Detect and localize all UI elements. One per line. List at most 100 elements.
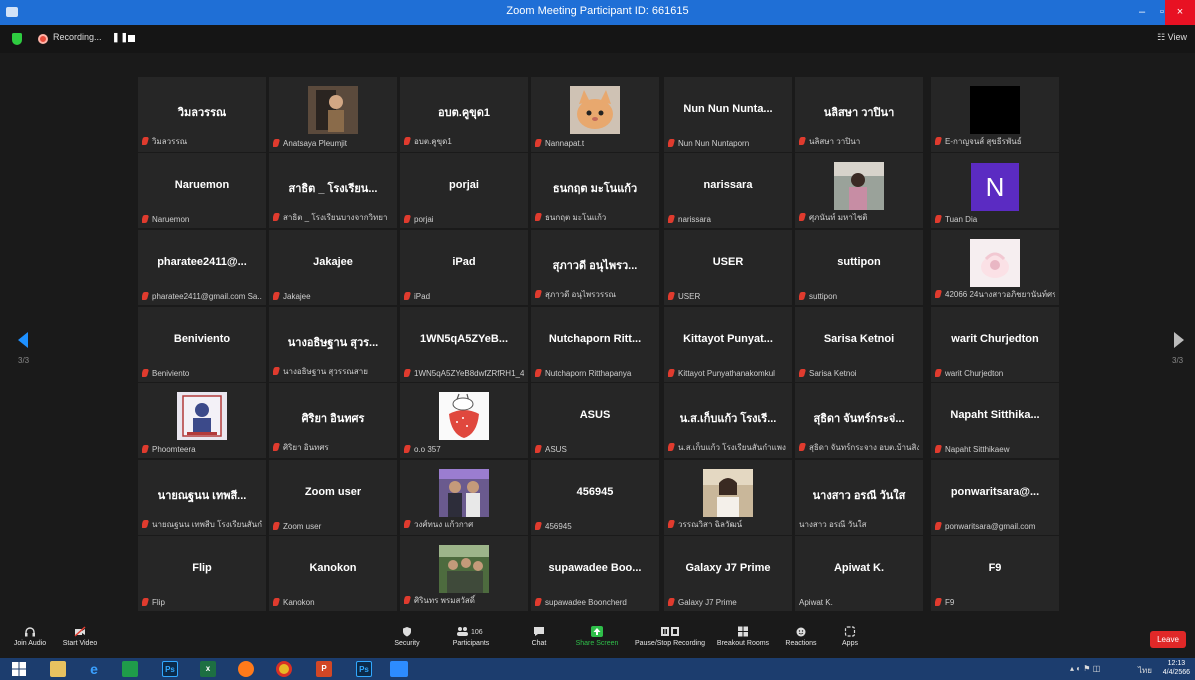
participant-tile[interactable]: Kanokon Kanokon (269, 536, 397, 611)
participant-tile[interactable]: สุธิดา จันทร์กระจ่... สุธิดา จันทร์กระจาง… (795, 383, 923, 458)
participant-display-name: Galaxy J7 Prime (685, 562, 771, 574)
pause-stop-label: Pause/Stop Recording (634, 640, 706, 647)
participant-tile[interactable]: นางอธิษฐาน สุวร... นางอธิษฐาน สุวรรณสาย (269, 307, 397, 382)
participant-tile[interactable]: วรรณวิสา ฉิลวัฒน์ (664, 460, 792, 535)
windows-start-icon[interactable] (12, 662, 26, 676)
participant-tile[interactable]: Nannapat.t (531, 77, 659, 152)
participant-tile[interactable]: วงศ์ทนง แก้วกาศ (400, 460, 528, 535)
photoshop-icon[interactable]: Ps (162, 661, 178, 677)
file-explorer-icon[interactable] (50, 661, 66, 677)
participant-photo (439, 392, 489, 440)
participant-tile[interactable]: ศุภนันท์ มหาไชติ (795, 153, 923, 228)
zoom-taskbar-icon[interactable] (390, 661, 408, 677)
clock[interactable]: 12:13 4/4/2566 (1163, 659, 1190, 677)
participant-tile[interactable]: นายณฐนน เทพสี... นายณฐนน เทพสีบ โรงเรียนส… (138, 460, 266, 535)
system-tray-icons[interactable]: ▴ ◐ ⚑ ◫ (1070, 664, 1100, 673)
participant-tile[interactable]: Apiwat K. Apiwat K. (795, 536, 923, 611)
participant-tile[interactable]: E-กาญจนส์ สุขธีรพันธ์ (931, 77, 1059, 152)
participant-tile[interactable]: Nutchaporn Ritt... Nutchaporn Ritthapanya (531, 307, 659, 382)
language-indicator[interactable]: ไทย (1138, 664, 1152, 677)
view-button[interactable]: ☷ View (1157, 32, 1187, 43)
participant-photo (439, 545, 489, 593)
previous-page-icon[interactable] (16, 331, 30, 349)
close-button[interactable]: × (1165, 0, 1195, 25)
apps-button[interactable]: Apps (836, 622, 864, 647)
start-video-button[interactable]: Start Video (60, 622, 100, 647)
participant-tile[interactable]: ponwaritsara@... ponwaritsara@gmail.com (931, 460, 1059, 535)
participant-tile[interactable]: N Tuan Dia (931, 153, 1059, 228)
muted-mic-icon (142, 369, 150, 377)
next-page-icon[interactable] (1172, 331, 1186, 349)
participant-name-label: E-กาญจนส์ สุขธีรพันธ์ (935, 135, 1055, 148)
participant-tile[interactable]: F9 F9 (931, 536, 1059, 611)
participant-tile[interactable]: ศิริยา อินทศร ศิริยา อินทศร (269, 383, 397, 458)
participant-tile[interactable]: Galaxy J7 Prime Galaxy J7 Prime (664, 536, 792, 611)
participant-tile[interactable]: Zoom user Zoom user (269, 460, 397, 535)
store-icon[interactable] (122, 661, 138, 677)
internet-explorer-icon[interactable]: e (86, 661, 102, 677)
participant-name: Galaxy J7 Prime (678, 598, 737, 607)
firefox-icon[interactable] (238, 661, 254, 677)
breakout-rooms-button[interactable]: Breakout Rooms (714, 622, 772, 647)
participant-tile[interactable]: 42066 24นางสาวอภิชยานันท์ศรว... (931, 230, 1059, 305)
muted-mic-icon (404, 520, 412, 528)
security-button[interactable]: Security (390, 622, 424, 647)
participant-tile[interactable]: น.ส.เก็บแก้ว โรงเรี... น.ส.เก็บแก้ว โรงเร… (664, 383, 792, 458)
participant-tile[interactable]: นลิสษา วาปินา นลิสษา วาปินา (795, 77, 923, 152)
participant-name-label: narissara (668, 215, 788, 224)
participant-tile[interactable]: iPad iPad (400, 230, 528, 305)
participant-tile[interactable]: อบต.คูขุด1 อบต.คูขุด1 (400, 77, 528, 152)
participant-tile[interactable]: Beniviento Beniviento (138, 307, 266, 382)
participant-tile[interactable]: pharatee2411@... pharatee2411@gmail.com S… (138, 230, 266, 305)
apps-label: Apps (842, 640, 858, 647)
participant-display-name: สุธิดา จันทร์กระจ่... (813, 413, 905, 425)
participant-tile[interactable]: warit Churjedton warit Churjedton (931, 307, 1059, 382)
join-audio-button[interactable]: Join Audio (10, 622, 50, 647)
participant-tile[interactable]: Phoomteera (138, 383, 266, 458)
participant-tile[interactable]: Jakajee Jakajee (269, 230, 397, 305)
participant-tile[interactable]: ธนกฤต มะโนแก้ว ธนกฤต มะโนแก้ว (531, 153, 659, 228)
participant-tile[interactable]: porjai porjai (400, 153, 528, 228)
reactions-button[interactable]: Reactions (782, 622, 820, 647)
participant-name-label: นางสาว อรณี วันใส (799, 518, 919, 531)
participants-button[interactable]: 106 Participants (448, 622, 494, 647)
pause-stop-recording-button[interactable]: Pause/Stop Recording (632, 622, 708, 647)
participant-tile[interactable]: USER USER (664, 230, 792, 305)
participant-tile[interactable]: Anatsaya Pleumjit (269, 77, 397, 152)
share-screen-button[interactable]: Share Screen (572, 622, 622, 647)
participant-tile[interactable]: ASUS ASUS (531, 383, 659, 458)
stop-recording-icon[interactable] (128, 35, 135, 42)
security-label: Security (394, 640, 420, 647)
reactions-label: Reactions (785, 640, 817, 647)
participant-tile[interactable]: o.o 357 (400, 383, 528, 458)
pause-recording-icon[interactable]: ❚❚ (112, 32, 129, 43)
participant-name-label: ศิริยา อินทศร (273, 441, 393, 454)
shield-icon (403, 627, 411, 637)
participant-tile[interactable]: Nun Nun Nunta... Nun Nun Nuntaporn (664, 77, 792, 152)
participant-tile[interactable]: narissara narissara (664, 153, 792, 228)
participant-tile[interactable]: นางสาว อรณี วันใส นางสาว อรณี วันใส (795, 460, 923, 535)
participant-tile[interactable]: Naruemon Naruemon (138, 153, 266, 228)
participant-tile[interactable]: วิมลวรรณ วิมลวรรณ (138, 77, 266, 152)
chat-button[interactable]: Chat (524, 622, 554, 647)
participant-tile[interactable]: สุภาวดี อนุไพรว... สุภาวดี อนุไพรวรรณ (531, 230, 659, 305)
participant-tile[interactable]: Kittayot Punyat... Kittayot Punyathanakom… (664, 307, 792, 382)
participant-tile[interactable]: 456945 456945 (531, 460, 659, 535)
photoshop-icon-2[interactable]: Ps (356, 661, 372, 677)
muted-mic-icon (404, 215, 412, 223)
participant-name: Kittayot Punyathanakomkul (678, 369, 775, 378)
participant-tile[interactable]: Flip Flip (138, 536, 266, 611)
participant-tile[interactable]: suttipon suttipon (795, 230, 923, 305)
meeting-top-strip: Recording... ❚❚ ☷ View (0, 25, 1195, 53)
participant-tile[interactable]: Sarisa Ketnoi Sarisa Ketnoi (795, 307, 923, 382)
leave-button[interactable]: Leave (1150, 631, 1186, 648)
excel-icon[interactable]: x (200, 661, 216, 677)
participant-tile[interactable]: supawadee Boo... supawadee Booncherd (531, 536, 659, 611)
security-shield-icon[interactable] (12, 33, 22, 45)
participant-tile[interactable]: สาธิต _ โรงเรียน... สาธิต _ โรงเรียนบางจา… (269, 153, 397, 228)
participant-tile[interactable]: Napaht Sitthika... Napaht Sitthikaew (931, 383, 1059, 458)
participant-tile[interactable]: ศิรินทร พรมสวัสดิ์ (400, 536, 528, 611)
chrome-icon[interactable] (276, 661, 292, 677)
participant-tile[interactable]: 1WN5qA5ZYeB... 1WN5qA5ZYeB8dwfZRfRH1_40..… (400, 307, 528, 382)
powerpoint-icon[interactable]: P (316, 661, 332, 677)
